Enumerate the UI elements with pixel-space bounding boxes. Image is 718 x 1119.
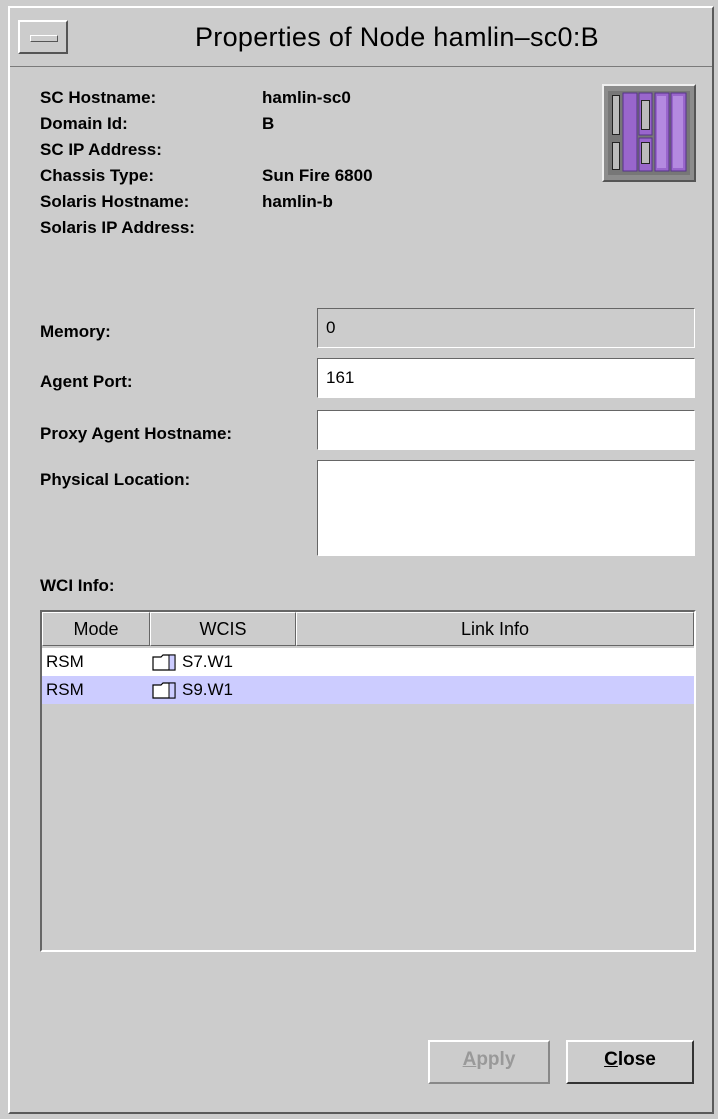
table-row[interactable]: RSM S7.W1 (42, 648, 694, 676)
close-button[interactable]: Close (566, 1040, 694, 1084)
folder-icon (152, 682, 176, 699)
table-row-selected[interactable]: RSM S9.W1 (42, 676, 694, 704)
memory-field (317, 308, 695, 348)
sc-hostname-label: SC Hostname: (40, 88, 157, 107)
proxy-agent-hostname-label: Proxy Agent Hostname: (40, 424, 233, 443)
solaris-hostname-value: hamlin-b (262, 192, 333, 211)
chassis-icon (602, 84, 696, 182)
domain-id-value: B (262, 114, 275, 133)
row-mode: RSM (46, 652, 84, 671)
wci-table[interactable]: Mode WCIS Link Info RSM S7.W1 RSM S9.W1 (40, 610, 696, 952)
column-header-link-info[interactable]: Link Info (296, 612, 694, 646)
window-menu-icon (30, 35, 58, 42)
column-header-wcis[interactable]: WCIS (150, 612, 296, 646)
physical-location-label: Physical Location: (40, 470, 191, 489)
row-wcis: S7.W1 (182, 652, 234, 671)
sc-hostname-value: hamlin-sc0 (262, 88, 351, 107)
row-wcis: S9.W1 (182, 680, 234, 699)
agent-port-label: Agent Port: (40, 372, 133, 391)
solaris-ip-address-label: Solaris IP Address: (40, 218, 195, 237)
properties-dialog: Properties of Node hamlin–sc0:B SC Hostn… (8, 6, 714, 1114)
wci-table-header: Mode WCIS Link Info (42, 612, 694, 646)
apply-label-rest: pply (476, 1049, 516, 1070)
chassis-board-graphic (608, 91, 690, 175)
title-bar[interactable]: Properties of Node hamlin–sc0:B (10, 8, 712, 67)
physical-location-field[interactable] (317, 460, 695, 556)
apply-button[interactable]: Apply (428, 1040, 550, 1084)
sc-ip-address-label: SC IP Address: (40, 140, 162, 159)
proxy-agent-hostname-field[interactable] (317, 410, 695, 450)
column-header-mode[interactable]: Mode (42, 612, 150, 646)
apply-mnemonic: A (462, 1049, 477, 1070)
domain-id-label: Domain Id: (40, 114, 128, 133)
chassis-type-label: Chassis Type: (40, 166, 155, 185)
chassis-type-value: Sun Fire 6800 (262, 166, 373, 185)
wci-info-label: WCI Info: (40, 576, 115, 595)
window-menu-button[interactable] (18, 20, 68, 54)
close-mnemonic: C (604, 1049, 618, 1070)
close-label-rest: lose (617, 1049, 656, 1070)
memory-label: Memory: (40, 322, 111, 341)
agent-port-field[interactable] (317, 358, 695, 398)
window-title: Properties of Node hamlin–sc0:B (194, 22, 599, 52)
solaris-hostname-label: Solaris Hostname: (40, 192, 190, 211)
folder-icon (152, 654, 176, 671)
row-mode: RSM (46, 680, 84, 699)
